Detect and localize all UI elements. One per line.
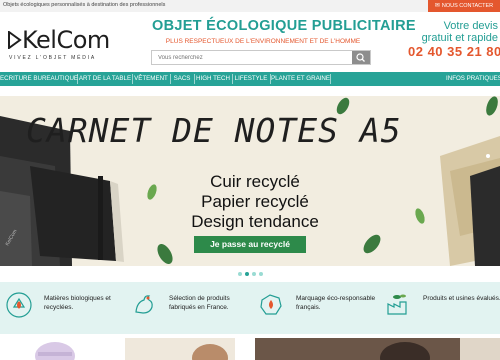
feature-text: Matières biologiques et recyclées. [44,295,111,311]
top-bar-text: Objets écologiques personnalisés à desti… [3,2,166,8]
product-thumbnail[interactable] [30,338,80,360]
hero-line-3: Design tendance [191,212,319,231]
envelope-icon: ✉ [434,3,440,9]
header: KelCom VIVEZ L'OBJET MÉDIA OBJET ÉCOLOGI… [0,12,500,72]
search-bar [151,50,371,65]
hero-line-1: Cuir recyclé [210,172,300,191]
nav-item-infos-pratiques[interactable]: INFOS PRATIQUES [446,72,500,86]
carousel-dot[interactable] [238,272,242,276]
carousel-dot[interactable] [252,272,256,276]
search-input[interactable] [152,51,352,64]
nav-item-ecriture[interactable]: ECRITURE BUREAUTIQUE [0,72,78,86]
carousel-dot[interactable] [259,272,263,276]
hero-cta-button[interactable]: Je passe au recyclé [194,236,306,253]
contact-button[interactable]: ✉ NOUS CONTACTER [428,0,500,12]
nav-item-lifestyle[interactable]: LIFESTYLE [233,72,269,86]
product-thumbnails [0,334,500,360]
feature-text: Marquage éco-responsable français. [296,295,376,311]
carousel-dots [238,272,264,278]
feature-item: Produits et usines évalués. [385,282,500,334]
quote-line-1: Votre devis [443,20,498,32]
nav-item-vetement[interactable]: VÊTEMENT [133,72,169,86]
nav-item-high-tech[interactable]: HIGH TECH [195,72,231,86]
logo-mark-icon [8,31,22,49]
rooster-icon [135,295,153,314]
contact-label: NOUS CONTACTER [441,3,494,9]
quote-block[interactable]: Votre devis gratuit et rapide 02 40 35 2… [408,20,500,60]
feature-item: Sélection de produits fabriqués en Franc… [131,282,251,334]
search-icon [356,53,365,62]
product-thumbnail[interactable] [125,338,235,360]
feature-item: Marquage éco-responsable français. [258,282,378,334]
main-nav: ECRITURE BUREAUTIQUE ART DE LA TABLE VÊT… [0,72,500,86]
nav-divider [330,74,331,84]
phone-number[interactable]: 02 40 35 21 80 [408,44,500,60]
nav-item-sacs[interactable]: SACS [171,72,193,86]
quote-line-2: gratuit et rapide [421,32,498,44]
logo-tagline: VIVEZ L'OBJET MÉDIA [9,55,97,61]
feature-text: Sélection de produits fabriqués en Franc… [169,295,230,311]
site-subline: PLUS RESPECTUEUX DE L'ENVIRONNEMENT ET D… [165,38,361,45]
feature-text: Produits et usines évalués. [423,295,500,302]
hero-line-2: Papier recyclé [201,192,309,211]
logo-text: KelCom [22,26,110,54]
top-bar: Objets écologiques personnalisés à desti… [0,0,500,12]
factory-leaf-icon [387,294,407,315]
site-headline: OBJET ÉCOLOGIQUE PUBLICITAIRE [152,18,416,34]
france-drop-icon [260,294,282,315]
logo[interactable]: KelCom VIVEZ L'OBJET MÉDIA [8,22,118,66]
recycle-icon [6,292,32,318]
feature-item: Matières biologiques et recyclées. [6,282,126,334]
hero-title: CARNET DE NOTES A5 [26,111,402,150]
nav-item-plante-graine[interactable]: PLANTE ET GRAINE [271,72,330,86]
search-button[interactable] [352,51,370,64]
features-strip: Matières biologiques et recyclées. Sélec… [0,282,500,334]
carousel-dot-active[interactable] [245,272,249,276]
product-thumbnail[interactable] [255,338,500,360]
nav-item-art-table[interactable]: ART DE LA TABLE [78,72,132,86]
